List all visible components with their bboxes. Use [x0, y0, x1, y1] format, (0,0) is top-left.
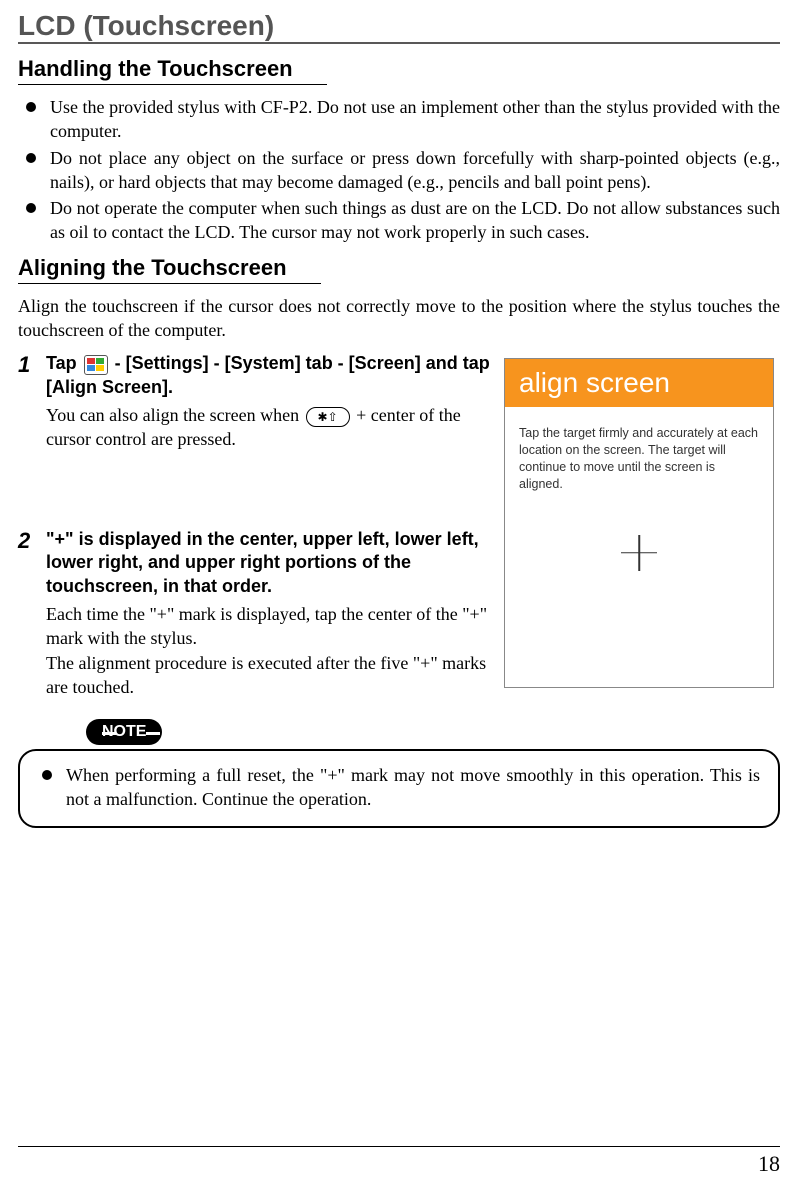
step-number: 2 — [18, 528, 38, 699]
align-screen-instructions: Tap the target firmly and accurately at … — [519, 425, 759, 493]
step-number: 1 — [18, 352, 38, 451]
step-1: 1 Tap - [Settings] - [System] tab - [Scr… — [18, 352, 490, 451]
step-body-text: You can also align the screen when ✱⇧ + … — [46, 403, 490, 452]
page-number: 18 — [758, 1151, 780, 1176]
list-item: Use the provided stylus with CF-P2. Do n… — [24, 95, 780, 144]
windows-start-icon — [84, 355, 108, 375]
step-2: 2 "+" is displayed in the center, upper … — [18, 528, 490, 699]
intro-paragraph: Align the touchscreen if the cursor does… — [18, 294, 780, 343]
step-title: Tap - [Settings] - [System] tab - [Scree… — [46, 352, 490, 399]
step-body-text: Each time the "+" mark is displayed, tap… — [46, 602, 490, 699]
align-screen-panel: align screen Tap the target firmly and a… — [504, 358, 774, 688]
list-item: Do not operate the computer when such th… — [24, 196, 780, 245]
step-title: "+" is displayed in the center, upper le… — [46, 528, 490, 598]
crosshair-target-icon — [621, 535, 657, 571]
section-heading-aligning: Aligning the Touchscreen — [18, 255, 321, 284]
section-heading-handling: Handling the Touchscreen — [18, 56, 327, 85]
note-label: NOTE — [86, 719, 162, 745]
note-box: NOTE When performing a full reset, the "… — [18, 749, 780, 828]
list-item: When performing a full reset, the "+" ma… — [40, 763, 760, 812]
align-screen-title: align screen — [505, 359, 773, 407]
handling-bullet-list: Use the provided stylus with CF-P2. Do n… — [18, 95, 780, 245]
list-item: Do not place any object on the surface o… — [24, 146, 780, 195]
page-footer: 18 — [18, 1146, 780, 1177]
page-title: LCD (Touchscreen) — [18, 10, 280, 42]
asterisk-shift-key-icon: ✱⇧ — [306, 407, 350, 427]
